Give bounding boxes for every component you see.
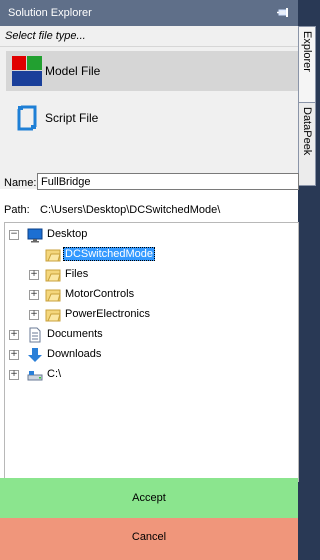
- expand-icon[interactable]: +: [9, 350, 19, 360]
- tree-label-powerelectronics: PowerElectronics: [65, 308, 150, 320]
- tree-label-downloads: Downloads: [47, 348, 102, 360]
- tab-explorer[interactable]: Explorer: [298, 26, 316, 108]
- path-row: Path: C:\Users\Desktop\DCSwitchedMode\: [0, 202, 298, 220]
- expand-icon[interactable]: +: [9, 370, 19, 380]
- tree-label-motorcontrols: MotorControls: [65, 288, 135, 300]
- model-file-icon: [12, 56, 42, 86]
- expand-icon[interactable]: +: [9, 330, 19, 340]
- tree-node-files[interactable]: + Files: [29, 266, 279, 284]
- tree-label-dcswitchedmode: DCSwitchedMode: [63, 247, 156, 261]
- cancel-button[interactable]: Cancel: [0, 518, 298, 560]
- window-title: Solution Explorer: [8, 7, 92, 19]
- script-file-item[interactable]: Script File: [6, 98, 298, 138]
- file-type-header: Select file type...: [0, 26, 298, 47]
- tree-label-documents: Documents: [47, 328, 103, 340]
- accept-button[interactable]: Accept: [0, 478, 298, 518]
- tree-node-downloads[interactable]: + Downloads: [9, 346, 289, 364]
- tree-node-powerelectronics[interactable]: + PowerElectronics: [29, 306, 279, 324]
- expand-icon[interactable]: +: [29, 270, 39, 280]
- path-label: Path:: [4, 204, 30, 216]
- expand-icon[interactable]: +: [29, 310, 39, 320]
- name-input[interactable]: [37, 173, 299, 190]
- name-row: Name:: [0, 172, 299, 194]
- tree-node-documents[interactable]: + Documents: [9, 326, 289, 344]
- folder-icon: [45, 269, 61, 282]
- tree-label-desktop: Desktop: [47, 228, 88, 240]
- download-arrow-icon: [28, 348, 42, 362]
- title-bar: Solution Explorer: [0, 0, 298, 26]
- model-file-item[interactable]: Model File: [6, 51, 298, 91]
- folder-tree: − Desktop DCSwitchedMode + Files + Motor…: [4, 222, 299, 482]
- tree-label-files: Files: [65, 268, 89, 280]
- folder-icon: [45, 309, 61, 322]
- tab-datapeek-label: DataPeek: [301, 107, 313, 156]
- script-file-icon: [17, 105, 37, 131]
- file-type-header-text: Select file type...: [5, 30, 86, 42]
- file-type-list: Model File Script File: [0, 47, 298, 189]
- name-label: Name:: [4, 177, 37, 189]
- pin-icon[interactable]: [276, 6, 290, 20]
- tree-node-dcswitchedmode[interactable]: DCSwitchedMode: [29, 246, 279, 264]
- drive-icon: [27, 371, 43, 381]
- folder-open-icon: [45, 249, 61, 262]
- documents-icon: [29, 327, 41, 343]
- model-file-label: Model File: [45, 64, 101, 78]
- side-tabs: Explorer DataPeek: [298, 26, 316, 216]
- tree-label-drive-c: C:\: [47, 368, 62, 380]
- tab-datapeek[interactable]: DataPeek: [298, 102, 316, 186]
- path-value: C:\Users\Desktop\DCSwitchedMode\: [40, 204, 221, 216]
- expand-icon[interactable]: +: [29, 290, 39, 300]
- tree-node-motorcontrols[interactable]: + MotorControls: [29, 286, 279, 304]
- collapse-icon[interactable]: −: [9, 230, 19, 240]
- tab-explorer-label: Explorer: [301, 31, 313, 72]
- tree-node-desktop[interactable]: − Desktop: [9, 226, 289, 244]
- folder-icon: [45, 289, 61, 302]
- script-file-label: Script File: [45, 111, 99, 125]
- tree-node-drive-c[interactable]: + C:\: [9, 366, 289, 384]
- desktop-icon: [27, 228, 43, 243]
